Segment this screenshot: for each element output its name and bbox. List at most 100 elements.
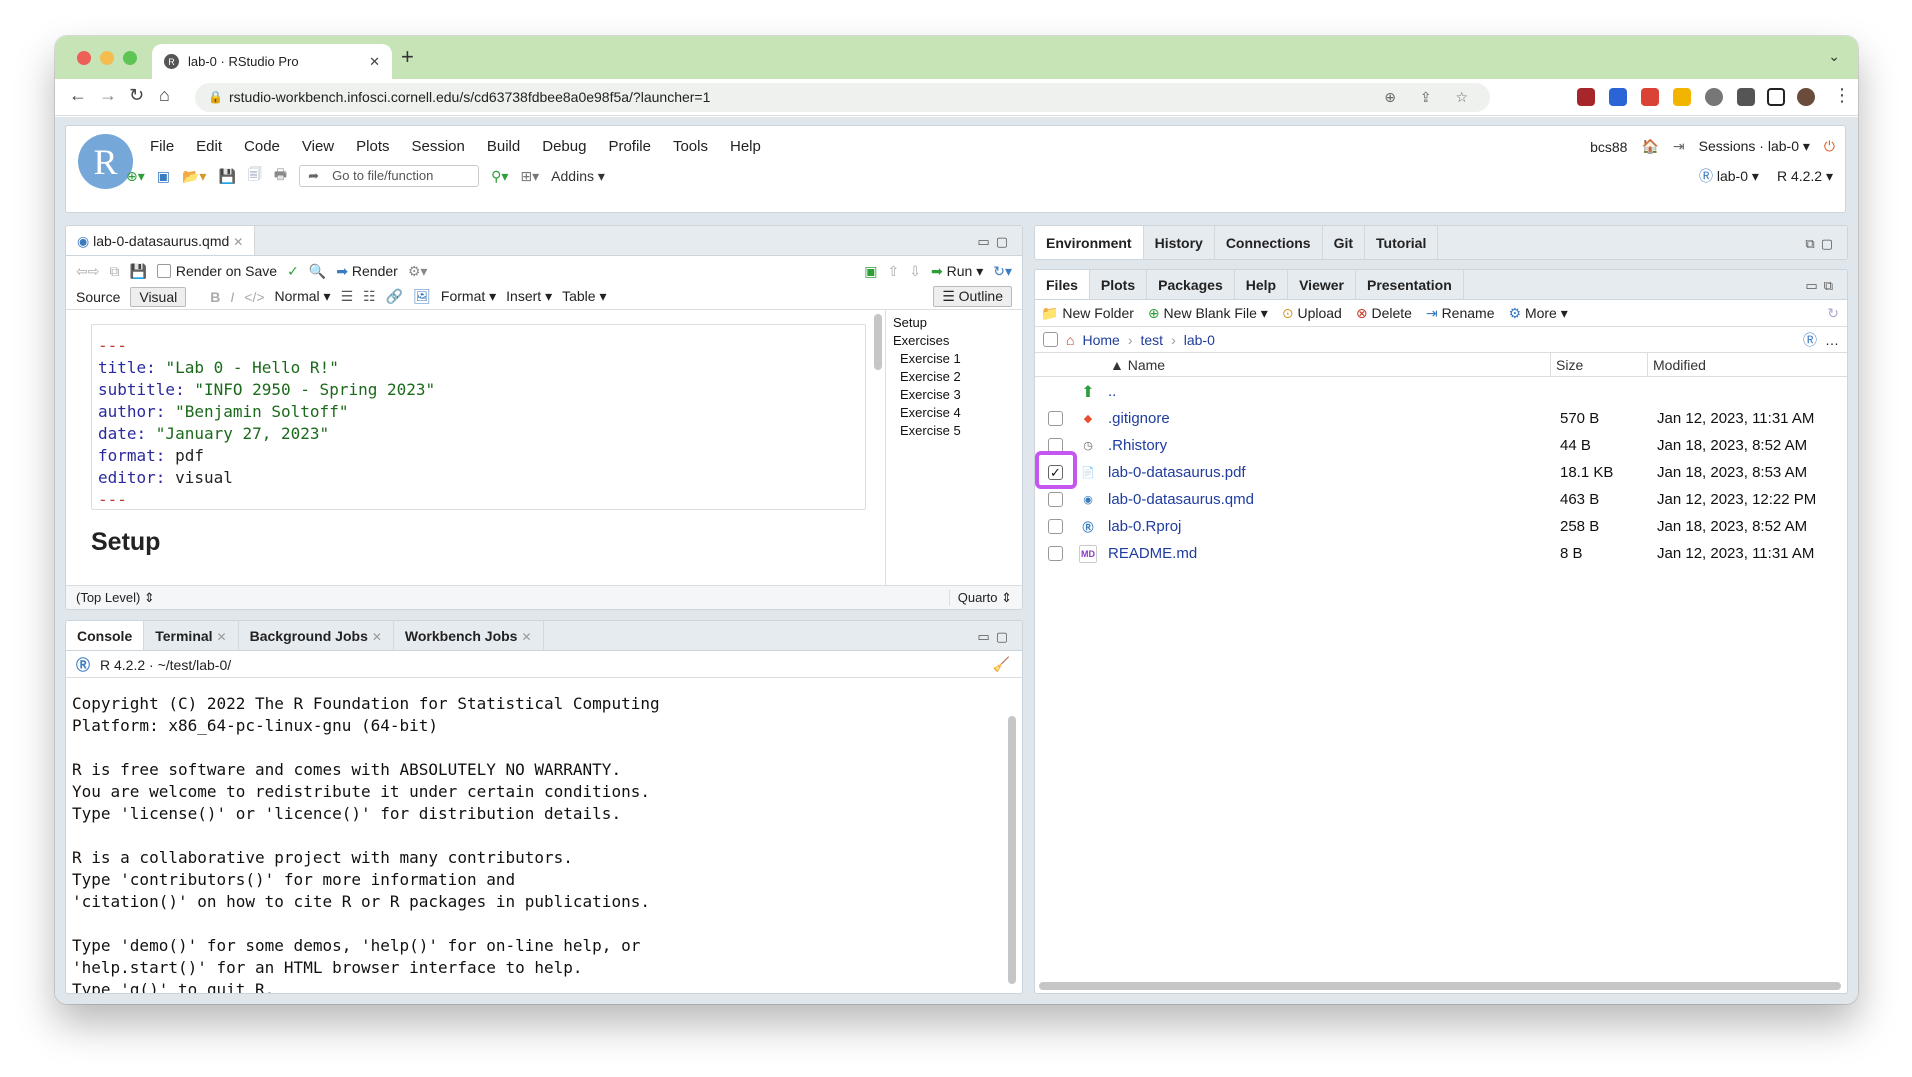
insert-menu[interactable]: Insert ▾ — [506, 288, 552, 305]
print-icon[interactable]: 🖶 — [274, 164, 287, 188]
delete-button[interactable]: ⊗ Delete — [1356, 305, 1412, 322]
tab-terminal[interactable]: Terminal ✕ — [144, 621, 239, 650]
menu-file[interactable]: File — [150, 138, 174, 155]
yaml-editor-block[interactable]: --- title: "Lab 0 - Hello R!" subtitle: … — [91, 324, 866, 510]
minimize-window-button[interactable] — [100, 51, 114, 65]
tab-git[interactable]: Git — [1323, 226, 1366, 259]
save-icon[interactable]: 💾 — [218, 168, 235, 185]
go-down-icon[interactable]: ⇩ — [909, 263, 921, 280]
r-version-menu[interactable]: R 4.2.2 ▾ — [1777, 168, 1833, 185]
rerun-icon[interactable]: ↻▾ — [993, 263, 1012, 280]
file-name-link[interactable]: .Rhistory — [1108, 437, 1167, 454]
save-icon[interactable]: 💾 — [129, 263, 146, 280]
extension-icon[interactable] — [1609, 88, 1627, 106]
save-all-icon[interactable]: 🗐 — [248, 164, 262, 188]
tab-environment[interactable]: Environment — [1035, 226, 1144, 259]
menu-plots[interactable]: Plots — [356, 138, 389, 155]
outline-item-setup[interactable]: Setup — [893, 314, 1016, 332]
close-tab-icon[interactable]: ✕ — [521, 630, 531, 644]
new-folder-button[interactable]: 📁 New Folder — [1041, 305, 1134, 322]
reload-icon[interactable]: ↻ — [129, 85, 144, 106]
back-icon[interactable]: ⇦⇨ — [76, 263, 99, 280]
show-in-window-icon[interactable]: ⧉ — [109, 263, 119, 280]
render-button[interactable]: ➡ Render — [336, 263, 398, 280]
file-row[interactable]: ◉ lab-0-datasaurus.qmd 463 B Jan 12, 202… — [1035, 486, 1847, 513]
files-horizontal-scrollbar[interactable] — [1039, 982, 1841, 990]
tab-files[interactable]: Files — [1035, 270, 1090, 299]
render-options-icon[interactable]: ⚙▾ — [408, 263, 428, 280]
menu-profile[interactable]: Profile — [608, 138, 651, 155]
image-icon[interactable]: 🖼 — [413, 288, 431, 305]
tab-packages[interactable]: Packages — [1147, 270, 1235, 299]
file-checkbox[interactable] — [1048, 492, 1063, 507]
maximize-window-button[interactable] — [123, 51, 137, 65]
home-icon[interactable]: ⌂ — [159, 85, 170, 106]
vcs-icon[interactable]: ⚲▾ — [491, 168, 508, 185]
home-user-icon[interactable]: 🏠 — [1641, 138, 1658, 155]
tab-lab-0-datasaurus-qmd[interactable]: ◉ lab-0-datasaurus.qmd ✕ — [66, 226, 256, 255]
home-folder-icon[interactable]: ⌂ — [1066, 332, 1074, 348]
size-column-header[interactable]: Size — [1556, 357, 1583, 373]
outline-item-exercise-3[interactable]: Exercise 3 — [893, 386, 1016, 404]
outline-item-exercise-4[interactable]: Exercise 4 — [893, 404, 1016, 422]
file-row[interactable]: MD README.md 8 B Jan 12, 2023, 11:31 AM — [1035, 540, 1847, 567]
sessions-menu[interactable]: Sessions · lab-0 ▾ — [1699, 138, 1810, 155]
settings-extension-icon[interactable] — [1705, 88, 1723, 106]
render-on-save-checkbox[interactable]: Render on Save — [156, 263, 277, 279]
file-name-link[interactable]: README.md — [1108, 545, 1197, 562]
browser-menu-icon[interactable]: ⋮ — [1833, 85, 1851, 106]
profile-avatar[interactable] — [1797, 88, 1815, 106]
new-blank-file-button[interactable]: ⊕ New Blank File ▾ — [1148, 305, 1268, 322]
signout-icon[interactable]: ⇥ — [1673, 138, 1685, 155]
editor-scrollbar[interactable] — [874, 314, 882, 370]
grid-layout-icon[interactable]: ⊞▾ — [520, 168, 539, 185]
file-row-parent[interactable]: ⬆ .. — [1035, 378, 1847, 405]
visual-mode-button[interactable]: Visual — [130, 286, 187, 307]
url-field[interactable]: 🔒 rstudio-workbench.infosci.cornell.edu/… — [195, 83, 1490, 112]
console-pane-minmax-icon[interactable]: ▭▢ — [977, 629, 1014, 645]
normal-style-menu[interactable]: Normal ▾ — [275, 288, 331, 305]
tab-history[interactable]: History — [1144, 226, 1215, 259]
tab-search-icon[interactable]: ⌄ — [1828, 48, 1840, 65]
rename-button[interactable]: ⇥ Rename — [1426, 305, 1495, 322]
numbered-list-icon[interactable]: ☷ — [363, 288, 376, 305]
tab-viewer[interactable]: Viewer — [1288, 270, 1356, 299]
drive-extension-icon[interactable] — [1673, 88, 1691, 106]
setup-heading[interactable]: Setup — [91, 528, 160, 557]
menu-session[interactable]: Session — [412, 138, 465, 155]
breadcrumb-home[interactable]: Home — [1082, 332, 1119, 348]
file-name-link[interactable]: lab-0-datasaurus.qmd — [1108, 491, 1254, 508]
breadcrumb-test[interactable]: test — [1141, 332, 1164, 348]
new-file-icon[interactable]: ⊕▾ — [126, 168, 145, 185]
files-pane-minmax-icon[interactable]: ▭⧉ — [1805, 278, 1839, 294]
project-menu[interactable]: Ⓡ lab-0 ▾ — [1699, 166, 1759, 186]
new-tab-button[interactable]: + — [401, 44, 414, 70]
italic-icon[interactable]: I — [230, 289, 234, 305]
tab-workbench-jobs[interactable]: Workbench Jobs ✕ — [394, 621, 544, 650]
close-tab-icon[interactable]: ✕ — [233, 235, 243, 249]
addins-menu[interactable]: Addins ▾ — [551, 168, 605, 185]
format-menu[interactable]: Format ▾ — [441, 288, 496, 305]
environment-pane-minmax-icon[interactable]: ⧉▢ — [1805, 236, 1839, 252]
tab-presentation[interactable]: Presentation — [1356, 270, 1464, 299]
close-window-button[interactable] — [77, 51, 91, 65]
spellcheck-icon[interactable]: ✓ — [287, 263, 299, 280]
refresh-icon[interactable]: ↻ — [1827, 305, 1839, 322]
source-mode-button[interactable]: Source — [76, 289, 120, 305]
url-actions-icon[interactable]: ⊕ ⇪ ☆ — [1384, 83, 1478, 112]
console-scrollbar[interactable] — [1008, 716, 1016, 984]
file-row-selected[interactable]: ✓ 📄 lab-0-datasaurus.pdf 18.1 KB Jan 18,… — [1035, 459, 1847, 486]
outline-item-exercise-2[interactable]: Exercise 2 — [893, 368, 1016, 386]
file-type-selector[interactable]: Quarto ⇕ — [948, 590, 1012, 606]
browser-tab[interactable]: R lab-0 · RStudio Pro ✕ — [152, 44, 392, 79]
close-tab-icon[interactable]: ✕ — [217, 630, 227, 644]
file-row[interactable]: ◆ .gitignore 570 B Jan 12, 2023, 11:31 A… — [1035, 405, 1847, 432]
file-checkbox[interactable] — [1048, 519, 1063, 534]
modified-column-header[interactable]: Modified — [1653, 357, 1706, 373]
puzzle-extension-icon[interactable] — [1737, 88, 1755, 106]
forward-icon[interactable]: → — [99, 85, 117, 106]
tab-plots[interactable]: Plots — [1090, 270, 1148, 299]
outline-item-exercise-1[interactable]: Exercise 1 — [893, 350, 1016, 368]
select-all-checkbox[interactable] — [1043, 332, 1058, 347]
tab-console[interactable]: Console — [66, 621, 145, 650]
